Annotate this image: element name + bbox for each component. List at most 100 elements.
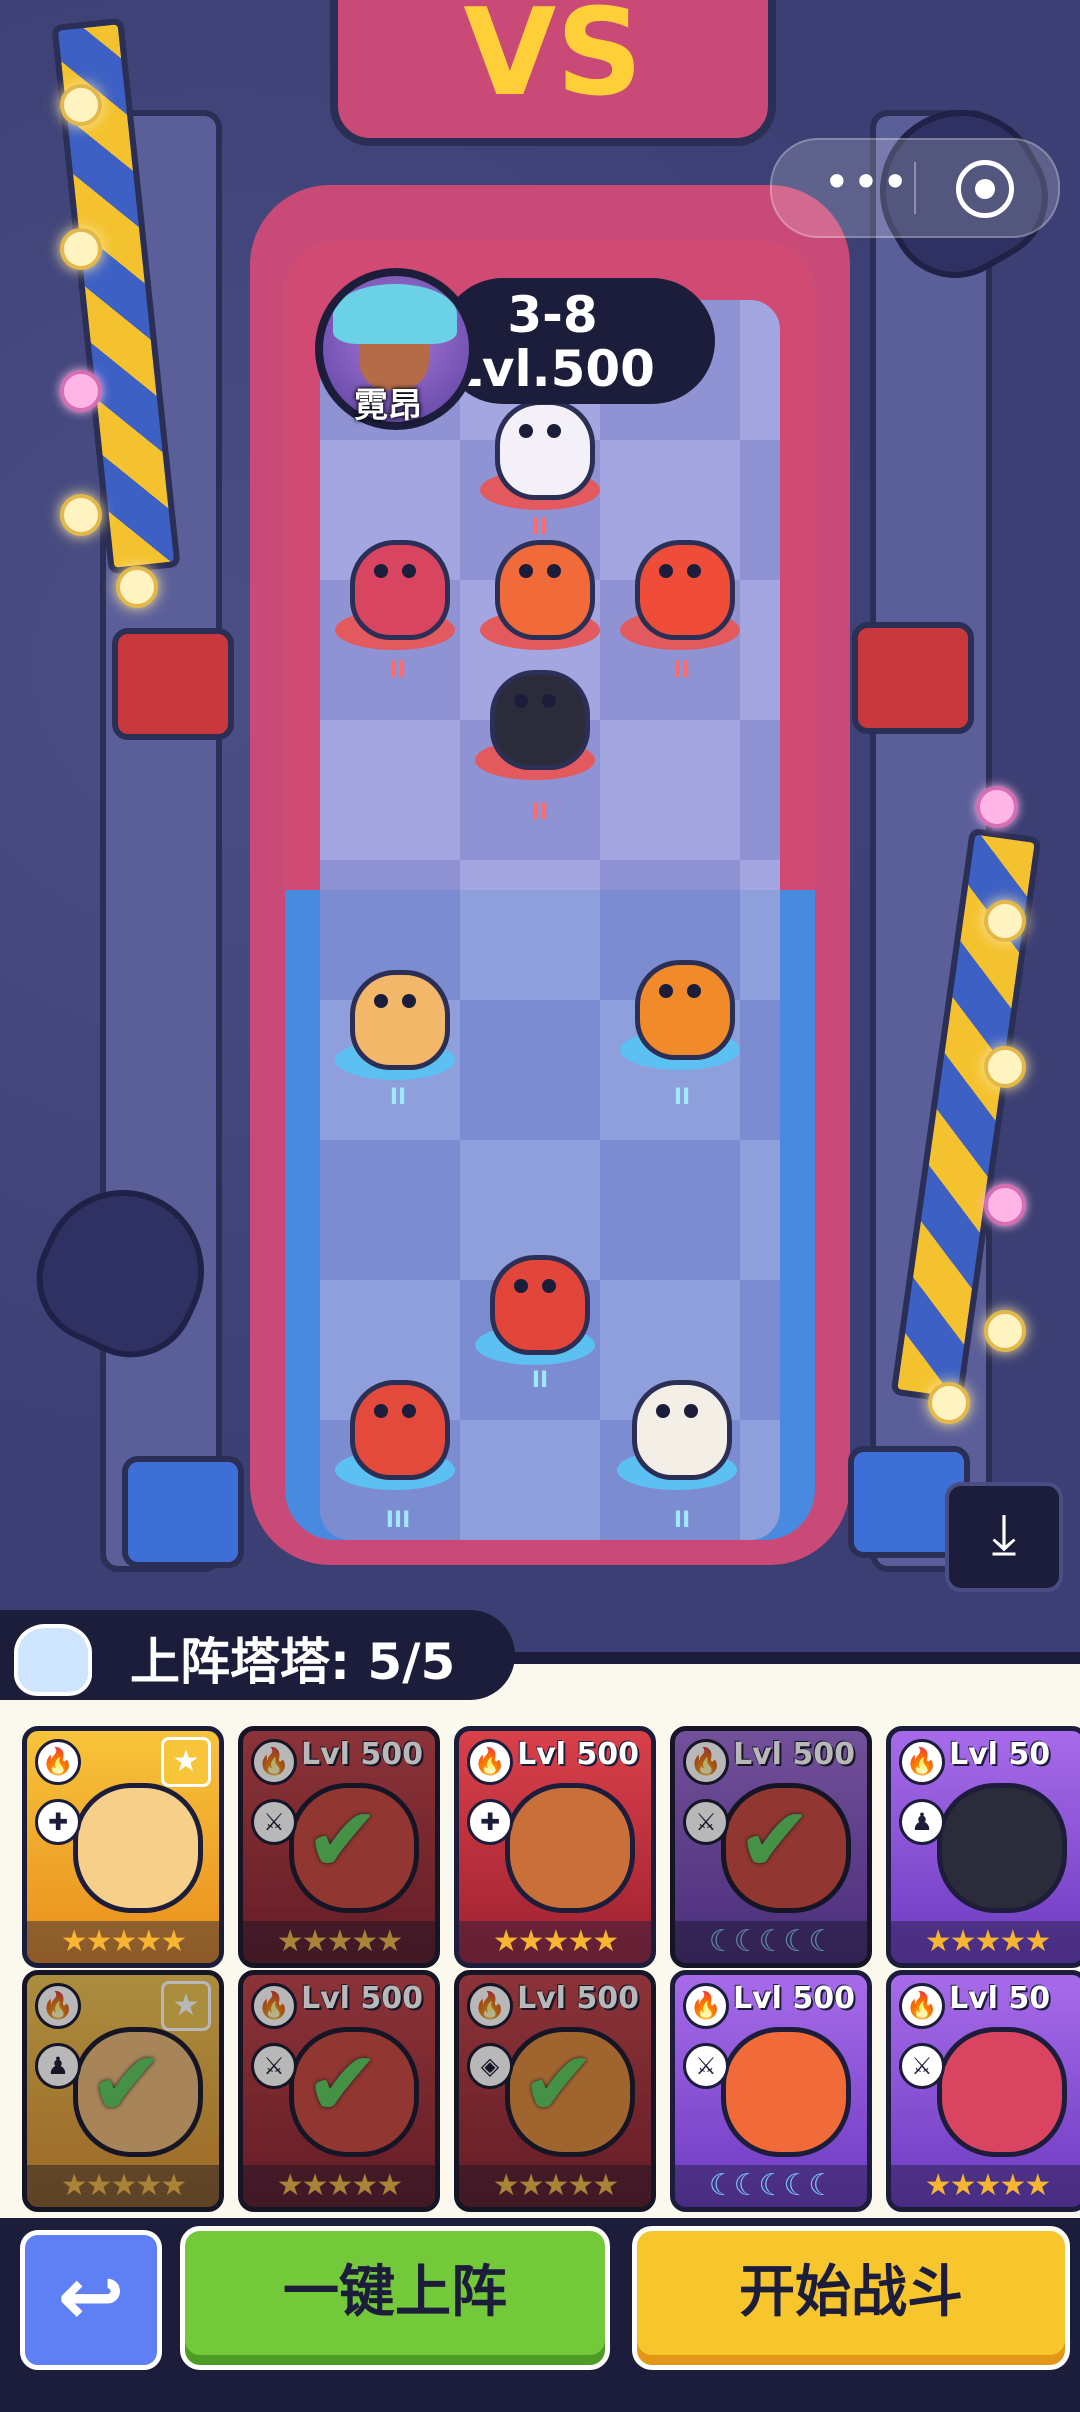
vs-text: VS <box>463 0 643 123</box>
fire-element-icon: 🔥 <box>683 1739 729 1785</box>
pet-card[interactable]: 🔥 ⚔ Lvl 500 ☾☾☾☾☾ ✔ <box>670 1726 872 1968</box>
deployed-check-icon: ✔ <box>89 2032 165 2137</box>
left-cat-block <box>122 1456 244 1568</box>
role-icon: ♟ <box>899 1799 945 1845</box>
start-battle-button[interactable]: 开始战斗 <box>632 2226 1070 2370</box>
fire-element-icon: 🔥 <box>35 1983 81 2029</box>
ally-unit[interactable] <box>470 1245 600 1365</box>
light-bulb <box>60 494 102 536</box>
card-rarity: ★★★★★ <box>27 2165 219 2207</box>
enemy-unit[interactable] <box>615 530 745 650</box>
card-rarity: ★★★★★ <box>459 2165 651 2207</box>
light-bulb <box>984 1046 1026 1088</box>
fire-element-icon: 🔥 <box>467 1983 513 2029</box>
left-star-block <box>112 628 234 740</box>
card-level: Lvl 500 <box>301 1981 424 2016</box>
card-level: Lvl 500 <box>517 1737 640 1772</box>
download-icon[interactable]: ⤓ <box>945 1482 1063 1592</box>
card-level: Lvl 500 <box>301 1737 424 1772</box>
fire-element-icon: 🔥 <box>251 1739 297 1785</box>
light-bulb <box>928 1382 970 1424</box>
enemy-unit[interactable] <box>330 530 460 650</box>
pet-portrait <box>937 1783 1067 1913</box>
close-target-icon[interactable] <box>956 160 1014 218</box>
ally-unit[interactable] <box>615 950 745 1070</box>
pet-card[interactable]: 🔥 ⚔ Lvl 500 ☾☾☾☾☾ <box>670 1970 872 2212</box>
card-level: Lvl 500 <box>517 1981 640 2016</box>
light-bulb <box>60 84 102 126</box>
enemy-info-plate: 3-8 Lvl.500 <box>440 278 715 404</box>
light-bulb <box>984 1310 1026 1352</box>
target-dot <box>975 179 995 199</box>
light-bulb <box>984 900 1026 942</box>
light-bulb <box>976 786 1018 828</box>
card-level: Lvl 50 <box>949 1737 1051 1772</box>
battle-stage: VS II II II II II II II III II 3-8 Lvl.5… <box>0 0 1080 1660</box>
light-bulb <box>60 370 102 412</box>
ally-unit[interactable] <box>330 1370 460 1490</box>
role-icon: ⚔ <box>683 2043 729 2089</box>
pet-card[interactable]: 🔥 ⚔ Lvl 50 ★★★★★ <box>886 1970 1080 2212</box>
pet-card[interactable]: 🔥 ◈ Lvl 500 ★★★★★ ✔ <box>454 1970 656 2212</box>
role-icon: ◈ <box>467 2043 513 2089</box>
role-icon: ⚔ <box>683 1799 729 1845</box>
ally-rank: II <box>673 1508 691 1533</box>
enemy-unit[interactable] <box>470 660 600 780</box>
pet-portrait <box>937 2027 1067 2157</box>
card-rarity: ★★★★★ <box>27 1921 219 1963</box>
role-icon: ⚔ <box>251 1799 297 1845</box>
role-icon: ⚔ <box>899 2043 945 2089</box>
ally-unit[interactable] <box>330 960 460 1080</box>
pet-card[interactable]: 🔥 ⚔ Lvl 500 ★★★★★ ✔ <box>238 1726 440 1968</box>
fire-element-icon: 🔥 <box>683 1983 729 2029</box>
pet-portrait <box>73 1783 203 1913</box>
pet-card[interactable]: 🔥 ♟ Lvl 50 ★★★★★ <box>886 1726 1080 1968</box>
card-rarity: ☾☾☾☾☾ <box>675 1921 867 1963</box>
deployed-check-icon: ✔ <box>305 2032 381 2137</box>
enemy-rank: II <box>389 658 407 683</box>
avatar-hair <box>333 284 457 344</box>
card-rarity: ★★★★★ <box>243 2165 435 2207</box>
deployed-check-icon: ✔ <box>305 1788 381 1893</box>
role-icon: ✚ <box>35 1799 81 1845</box>
fire-element-icon: 🔥 <box>899 1983 945 2029</box>
fire-element-icon: 🔥 <box>899 1739 945 1785</box>
ally-unit[interactable] <box>612 1370 742 1490</box>
pet-card[interactable]: 🔥 ♟ ★ ★★★★★ ✔ <box>22 1970 224 2212</box>
card-rarity: ★★★★★ <box>459 1921 651 1963</box>
ally-rank: II <box>531 1368 549 1393</box>
auto-deploy-button[interactable]: 一键上阵 <box>180 2226 610 2370</box>
ally-rank: II <box>673 1085 691 1110</box>
enemy-unit[interactable] <box>475 530 605 650</box>
pet-card[interactable]: 🔥 ✚ ★ ★★★★★ <box>22 1726 224 1968</box>
enemy-rank: II <box>531 800 549 825</box>
star-badge-icon: ★ <box>161 1737 211 1787</box>
light-bulb <box>60 228 102 270</box>
pet-card[interactable]: 🔥 ⚔ Lvl 500 ★★★★★ ✔ <box>238 1970 440 2212</box>
fire-element-icon: 🔥 <box>251 1983 297 2029</box>
ally-rank: III <box>385 1508 411 1533</box>
card-rarity: ★★★★★ <box>891 1921 1080 1963</box>
vs-sign: VS <box>330 0 776 146</box>
role-icon: ♟ <box>35 2043 81 2089</box>
ally-rank: II <box>389 1085 407 1110</box>
fire-element-icon: 🔥 <box>35 1739 81 1785</box>
deployed-check-icon: ✔ <box>737 1788 813 1893</box>
right-star-block <box>852 622 974 734</box>
back-button[interactable]: ↩ <box>20 2230 162 2370</box>
star-badge-icon: ★ <box>161 1981 211 2031</box>
card-rarity: ★★★★★ <box>243 1921 435 1963</box>
deploy-count-label: 上阵塔塔: 5/5 <box>130 1633 456 1691</box>
pet-card[interactable]: 🔥 ✚ Lvl 500 ★★★★★ <box>454 1726 656 1968</box>
enemy-unit[interactable] <box>475 390 605 510</box>
enemy-name: 霓昂 <box>354 386 422 426</box>
mini-program-capsule: ••• <box>770 138 1060 238</box>
enemy-rank: II <box>673 658 691 683</box>
card-rarity: ★★★★★ <box>891 2165 1080 2207</box>
role-icon: ✚ <box>467 1799 513 1845</box>
more-menu-button[interactable]: ••• <box>812 159 922 210</box>
fire-element-icon: 🔥 <box>467 1739 513 1785</box>
deploy-count-tab: 上阵塔塔: 5/5 <box>0 1610 515 1700</box>
card-rarity: ☾☾☾☾☾ <box>675 2165 867 2207</box>
pet-portrait <box>505 1783 635 1913</box>
